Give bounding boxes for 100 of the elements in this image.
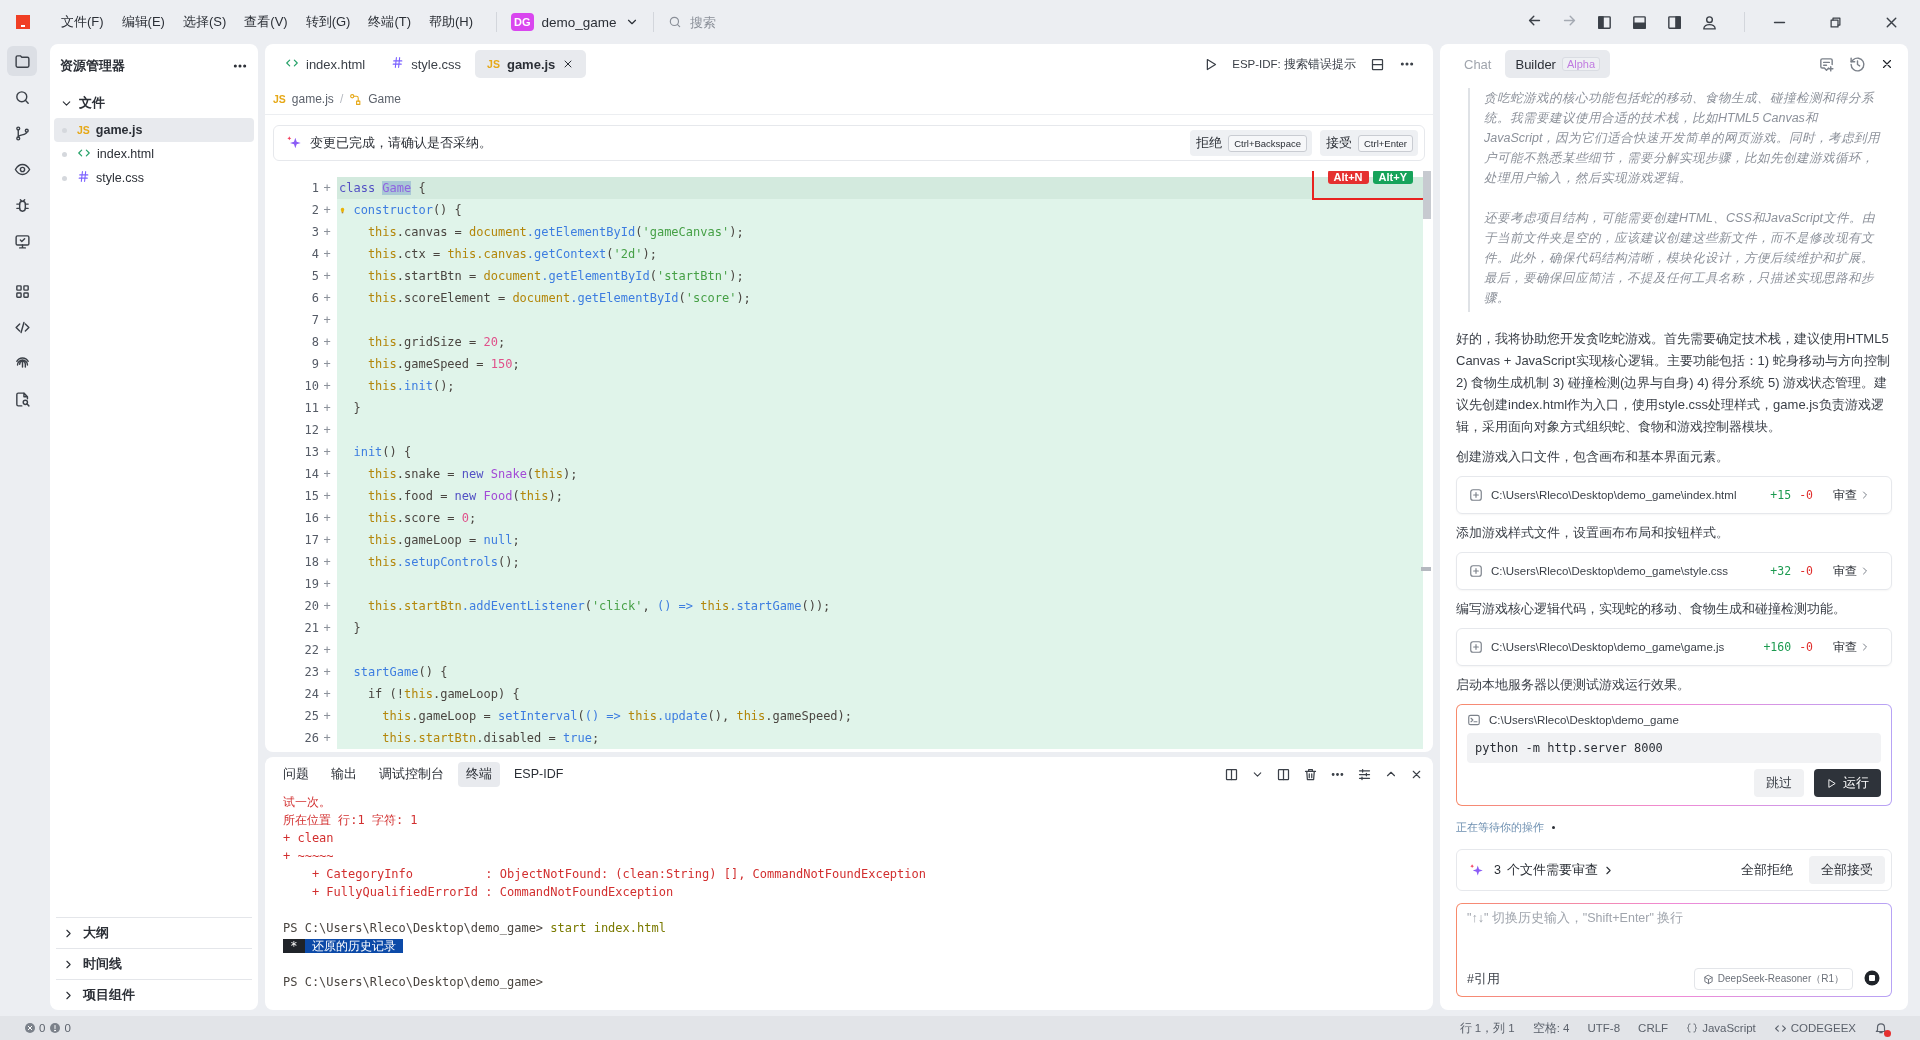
reasoning-text: 贪吃蛇游戏的核心功能包括蛇的移动、食物生成、碰撞检测和得分系统。我需要建议使用合适的技术栈，比如HTML5 Canvas和JavaScript，因为它们适合快速开发简单的网页游戏。同时，考虑到用户可能不熟悉某些细节，需要分解实现步骤，比如先创建游戏循环，处理用户输入，然后实现游戏逻辑。 <box>1484 90 1882 187</box>
menu-item[interactable]: 终端(T) <box>359 9 421 35</box>
review-button[interactable]: 审查 <box>1833 486 1871 504</box>
section-header[interactable]: 项目组件 <box>56 979 252 1010</box>
chat-input[interactable]: "↑↓" 切换历史输入，"Shift+Enter" 换行 #引用 DeepSeek-Reasoner（R1） <box>1456 903 1892 997</box>
review-button[interactable]: 审查 <box>1833 562 1871 580</box>
reference-button[interactable]: #引用 <box>1467 970 1500 988</box>
search-field[interactable]: 搜索 <box>687 13 812 31</box>
bug-icon <box>13 196 31 214</box>
activity-button[interactable] <box>7 46 37 76</box>
left-panel-icon[interactable] <box>1596 13 1613 31</box>
history-icon[interactable] <box>1849 55 1866 73</box>
model-selector[interactable]: DeepSeek-Reasoner（R1） <box>1693 968 1853 990</box>
project-name[interactable]: demo_game <box>541 14 617 30</box>
file-path: C:\Users\Rleco\Desktop\demo_game\index.html <box>1491 489 1737 501</box>
section-header[interactable]: 大纲 <box>56 917 252 948</box>
code-line: this.gridSize = 20; <box>366 335 506 349</box>
panel-tab[interactable]: ESP-IDF <box>506 763 572 785</box>
close-icon[interactable] <box>1880 57 1894 71</box>
right-panel-icon[interactable] <box>1666 13 1683 31</box>
file-search-icon <box>13 390 31 408</box>
diff-marker: + <box>322 643 332 657</box>
accept-all-button[interactable]: 全部接受 <box>1809 856 1885 884</box>
project-badge: DG <box>511 13 534 31</box>
plugin-status[interactable]: CODEGEEX <box>1773 1021 1856 1035</box>
layout-icon[interactable] <box>1370 56 1385 72</box>
file-item[interactable]: style.css <box>54 166 254 190</box>
reject-all-button[interactable]: 全部拒绝 <box>1731 861 1803 879</box>
diff-marker: + <box>322 599 332 613</box>
toolbar-label[interactable]: ESP-IDF: 搜索错误提示 <box>1232 56 1356 72</box>
diff-marker: + <box>322 401 332 415</box>
status-text: 正在等待你的操作 <box>1456 820 1544 835</box>
panel-tab[interactable]: 问题 <box>275 761 317 787</box>
file-item[interactable]: JS game.js <box>54 118 254 142</box>
terminal-line: + clean <box>283 830 335 847</box>
language-mode[interactable]: JavaScript <box>1686 1022 1756 1034</box>
status-item[interactable]: 空格: 4 <box>1532 1020 1570 1036</box>
search-icon <box>13 88 31 106</box>
assistant-tab[interactable]: Builder Alpha <box>1505 50 1611 78</box>
status-item[interactable]: UTF-8 <box>1587 1022 1621 1034</box>
section-header[interactable]: 时间线 <box>56 948 252 979</box>
trash-icon[interactable] <box>1303 766 1318 782</box>
diff-marker: + <box>322 489 332 503</box>
warning-count[interactable]: 0 <box>49 1022 71 1034</box>
code-line: this.startBtn.disabled = true; <box>381 731 600 745</box>
line-number: 16 <box>304 511 319 525</box>
panel-tab[interactable]: 终端 <box>458 761 500 787</box>
sliders-icon[interactable] <box>1357 766 1372 782</box>
diff-marker: + <box>322 313 332 327</box>
menu-item[interactable]: 编辑(E) <box>112 9 174 35</box>
menu-item[interactable]: 帮助(H) <box>420 9 483 35</box>
line-number: 8 <box>311 335 319 349</box>
new-chat-icon[interactable] <box>1818 55 1835 73</box>
file-item[interactable]: index.html <box>54 142 254 166</box>
reject-button[interactable]: 拒绝 Ctrl+Backspace <box>1190 130 1312 156</box>
menu-item[interactable]: 转到(G) <box>296 9 360 35</box>
menu-item[interactable]: 文件(F) <box>52 9 113 35</box>
file-count: 3 <box>1494 863 1501 877</box>
line-number: 7 <box>311 313 319 327</box>
split-terminal-icon[interactable] <box>1224 766 1239 782</box>
terminal-line: PS C:\Users\Rleco\Desktop\demo_game> <box>283 974 545 991</box>
step-text: 编写游戏核心逻辑代码，实现蛇的移动、食物生成和碰撞检测功能。 <box>1456 600 1847 618</box>
scrollbar[interactable] <box>1423 171 1431 219</box>
diff-marker: + <box>322 445 332 459</box>
bell-icon[interactable] <box>1874 1021 1888 1035</box>
breadcrumb-item[interactable]: Game <box>368 92 401 106</box>
split-icon[interactable] <box>1276 766 1291 782</box>
shortcut-badge[interactable]: Alt+N <box>1327 171 1369 184</box>
line-number: 14 <box>304 467 319 481</box>
review-link[interactable]: 个文件需要审查 <box>1506 861 1615 879</box>
code-line: constructor() { <box>352 203 462 217</box>
diff-marker: + <box>322 555 332 569</box>
diff-marker: + <box>322 577 332 591</box>
breadcrumb-item[interactable]: game.js <box>291 92 334 106</box>
panel-tab[interactable]: 输出 <box>323 761 365 787</box>
status-item[interactable]: CRLF <box>1638 1022 1669 1034</box>
skip-button[interactable]: 跳过 <box>1754 769 1804 797</box>
editor-tab[interactable]: style.css <box>379 50 474 78</box>
banner-message: 变更已完成，请确认是否采纳。 <box>310 134 492 152</box>
menu-item[interactable]: 查看(V) <box>235 9 297 35</box>
panel-tab[interactable]: 调试控制台 <box>371 761 452 787</box>
line-number: 12 <box>304 423 319 437</box>
line-number: 26 <box>304 731 319 745</box>
account-icon[interactable] <box>1701 13 1718 31</box>
code-line: init() { <box>352 445 412 459</box>
symbol-class-icon <box>349 92 363 106</box>
restore-icon[interactable] <box>1828 14 1843 30</box>
bottom-panel-icon[interactable] <box>1631 13 1648 31</box>
review-button[interactable]: 审查 <box>1833 638 1871 656</box>
error-count[interactable]: 0 <box>24 1022 46 1034</box>
accept-button[interactable]: 接受 Ctrl+Enter <box>1319 130 1418 156</box>
stop-icon[interactable] <box>1863 968 1881 987</box>
menu-item[interactable]: 选择(S) <box>173 9 236 35</box>
run-button[interactable]: 运行 <box>1814 769 1881 797</box>
status-item[interactable]: 行 1，列 1 <box>1459 1020 1515 1036</box>
editor-tab[interactable]: index.html <box>273 50 378 78</box>
diff-marker: + <box>322 709 332 723</box>
section-header[interactable]: 文件 <box>50 88 258 118</box>
terminal-line: 所在位置 行:1 字符: 1 <box>283 812 419 829</box>
editor-tab[interactable]: JS game.js <box>475 50 587 78</box>
